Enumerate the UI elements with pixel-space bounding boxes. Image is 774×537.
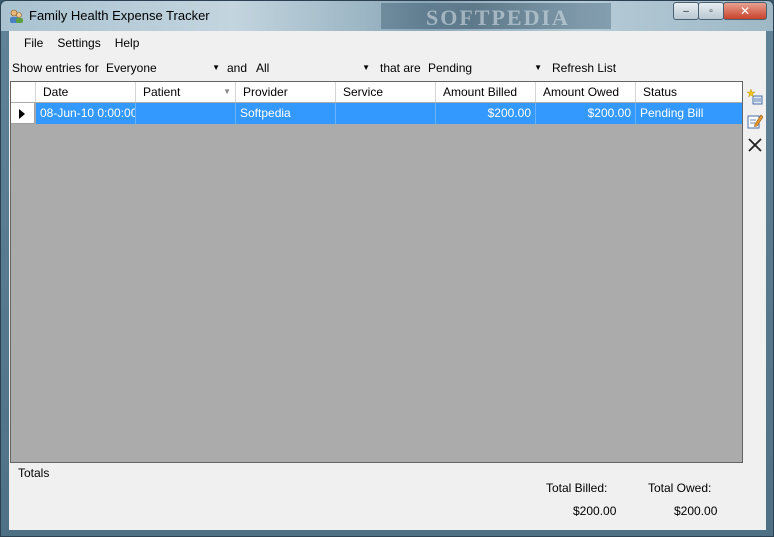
delete-entry-icon[interactable] bbox=[747, 137, 763, 153]
column-provider[interactable]: Provider bbox=[236, 82, 336, 102]
chevron-down-icon: ▼ bbox=[212, 63, 220, 72]
totals-panel: Totals Total Billed: Total Owed: $200.00… bbox=[9, 463, 766, 530]
client-area: File Settings Help Show entries for Ever… bbox=[9, 31, 766, 530]
column-date[interactable]: Date bbox=[36, 82, 136, 102]
total-owed-value: $200.00 bbox=[674, 504, 718, 518]
table-row[interactable]: 08-Jun-10 0:00:00 Softpedia $200.00 $200… bbox=[11, 103, 742, 124]
show-entries-for-label: Show entries for bbox=[12, 61, 99, 75]
cell-amount-owed[interactable]: $200.00 bbox=[536, 103, 636, 124]
app-icon[interactable] bbox=[8, 8, 24, 24]
status-select[interactable]: Pending ▼ bbox=[424, 58, 546, 78]
cell-amount-billed[interactable]: $200.00 bbox=[436, 103, 536, 124]
cell-service[interactable] bbox=[336, 103, 436, 124]
cell-status[interactable]: Pending Bill bbox=[636, 103, 742, 124]
edit-entry-icon[interactable] bbox=[747, 113, 763, 129]
total-billed-value: $200.00 bbox=[573, 504, 617, 518]
category-select[interactable]: All ▼ bbox=[252, 58, 374, 78]
cell-patient[interactable] bbox=[136, 103, 236, 124]
person-select[interactable]: Everyone ▼ bbox=[102, 58, 224, 78]
expense-grid[interactable]: Date Patient ▼ Provider Service Amount B… bbox=[10, 81, 743, 463]
cell-provider[interactable]: Softpedia bbox=[236, 103, 336, 124]
totals-label: Totals bbox=[18, 466, 50, 480]
total-billed-label: Total Billed: bbox=[546, 481, 608, 495]
category-select-value: All bbox=[256, 61, 270, 75]
column-status[interactable]: Status bbox=[636, 82, 742, 102]
window-title: Family Health Expense Tracker bbox=[29, 8, 210, 23]
action-sidebar bbox=[744, 81, 766, 181]
filter-bar: Show entries for Everyone ▼ and All ▼ th… bbox=[9, 55, 766, 81]
menu-help[interactable]: Help bbox=[108, 33, 147, 53]
menu-bar: File Settings Help bbox=[9, 31, 766, 55]
app-window: SOFTPEDIA Family Health Expense Tracker … bbox=[0, 0, 774, 537]
title-bar[interactable]: SOFTPEDIA Family Health Expense Tracker … bbox=[1, 1, 773, 31]
window-controls: – ▫ ✕ bbox=[673, 2, 767, 20]
column-amount-billed[interactable]: Amount Billed bbox=[436, 82, 536, 102]
refresh-list-button[interactable]: Refresh List bbox=[552, 61, 616, 75]
cell-date[interactable]: 08-Jun-10 0:00:00 bbox=[36, 103, 136, 124]
total-owed-label: Total Owed: bbox=[648, 481, 712, 495]
column-patient[interactable]: Patient ▼ bbox=[136, 82, 236, 102]
maximize-button[interactable]: ▫ bbox=[698, 2, 724, 20]
chevron-down-icon: ▼ bbox=[362, 63, 370, 72]
and-label: and bbox=[227, 61, 248, 75]
menu-file[interactable]: File bbox=[17, 33, 50, 53]
column-patient-label: Patient bbox=[143, 85, 181, 99]
chevron-down-icon: ▼ bbox=[534, 63, 542, 72]
minimize-button[interactable]: – bbox=[673, 2, 699, 20]
column-amount-owed[interactable]: Amount Owed bbox=[536, 82, 636, 102]
person-select-value: Everyone bbox=[106, 61, 157, 75]
menu-settings[interactable]: Settings bbox=[50, 33, 107, 53]
grid-corner bbox=[11, 82, 36, 102]
that-are-label: that are bbox=[380, 61, 421, 75]
close-button[interactable]: ✕ bbox=[723, 2, 767, 20]
column-service[interactable]: Service bbox=[336, 82, 436, 102]
watermark-text: SOFTPEDIA bbox=[426, 5, 570, 30]
sort-descending-icon: ▼ bbox=[223, 87, 231, 96]
add-entry-icon[interactable] bbox=[747, 89, 763, 105]
grid-header: Date Patient ▼ Provider Service Amount B… bbox=[11, 82, 742, 102]
status-select-value: Pending bbox=[428, 61, 473, 75]
